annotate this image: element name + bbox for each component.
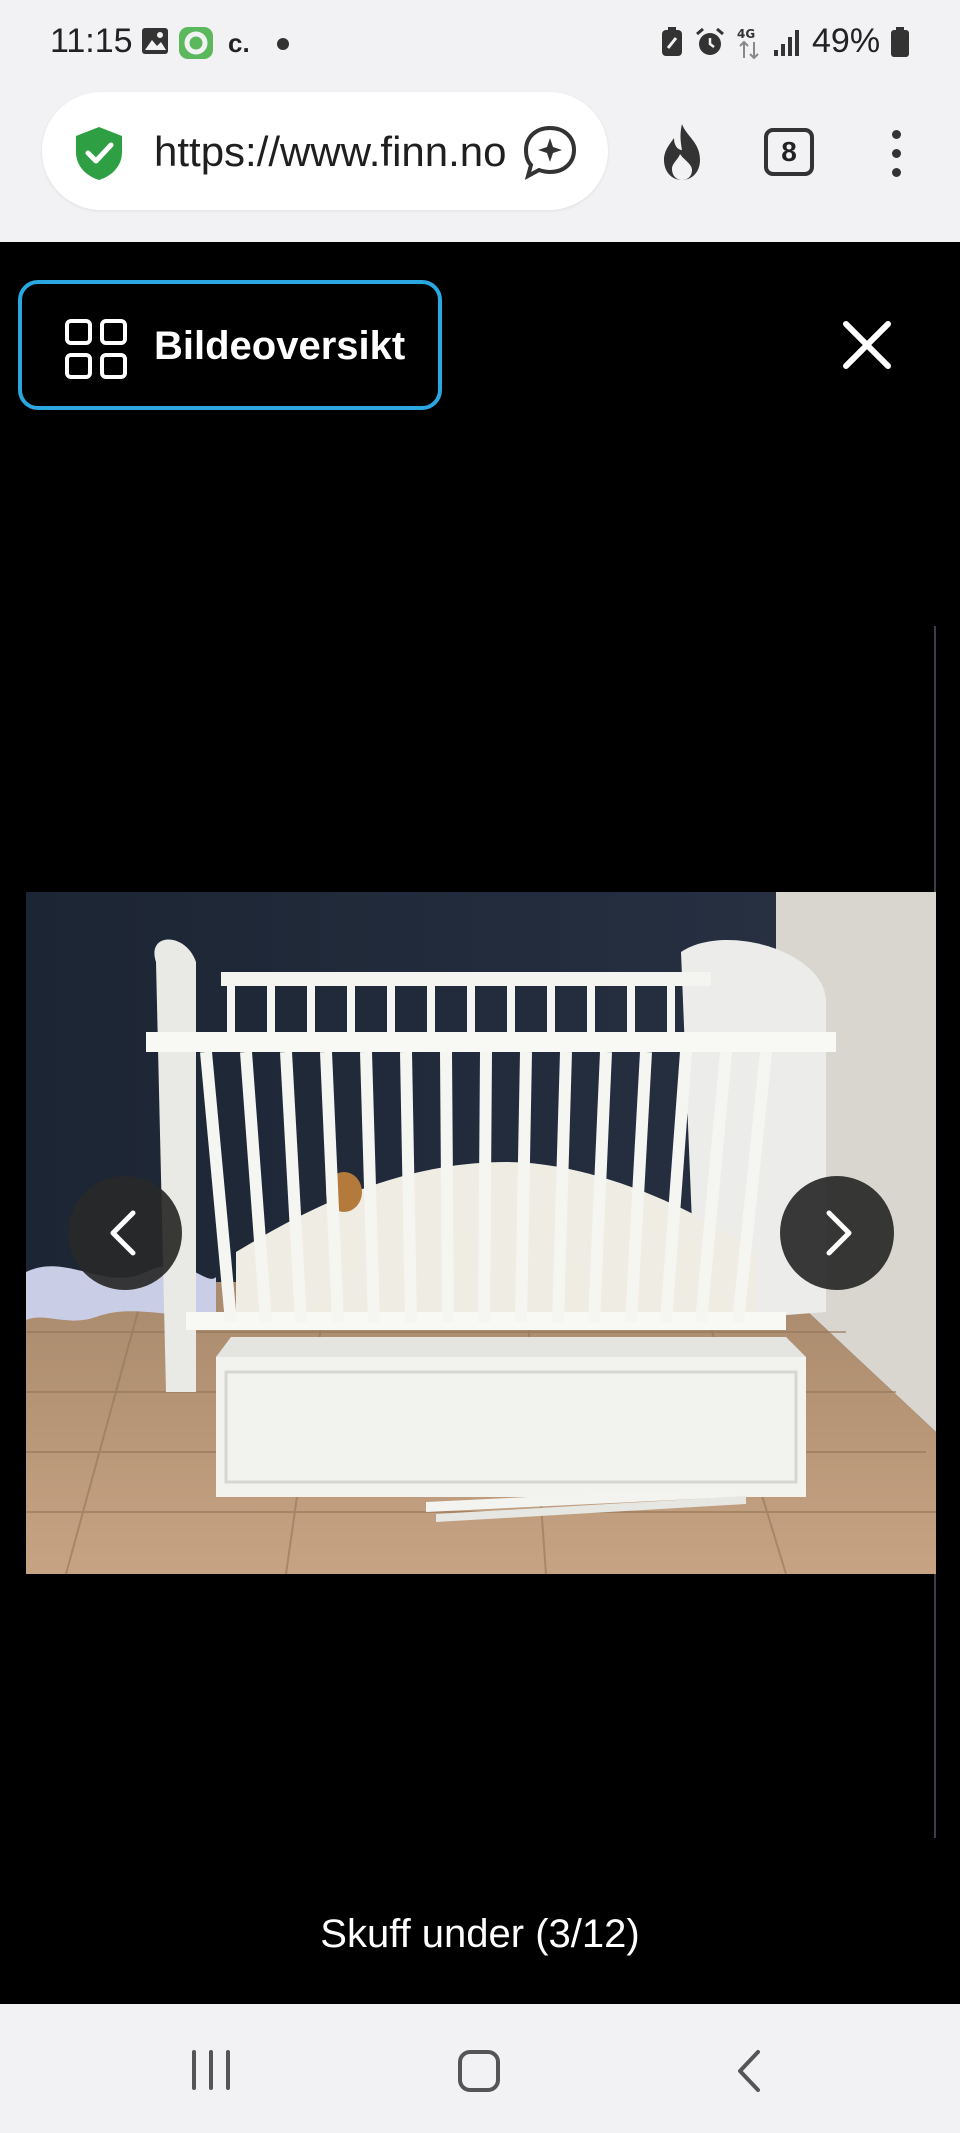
- chevron-left-icon: [110, 1210, 136, 1256]
- image-viewer: Bildeoversikt Skuff under (3/12): [0, 242, 960, 2004]
- fire-icon[interactable]: [656, 122, 708, 182]
- 4g-icon: 4G: [737, 27, 759, 60]
- battery-saver-icon: [662, 27, 682, 56]
- back-icon[interactable]: [732, 2048, 766, 2094]
- grid-icon: [65, 319, 127, 379]
- next-image-button[interactable]: [780, 1176, 894, 1290]
- recents-icon[interactable]: [186, 2048, 236, 2092]
- gallery-icon: [142, 28, 168, 54]
- status-time: 11:15: [50, 22, 133, 60]
- browser-toolbar: https://www.finn.no 8: [0, 88, 960, 242]
- prev-image-button[interactable]: [68, 1176, 182, 1290]
- shield-check-icon[interactable]: [70, 124, 128, 182]
- chevron-right-icon: [826, 1210, 852, 1256]
- signal-icon: [774, 30, 799, 56]
- home-icon[interactable]: [456, 2048, 502, 2094]
- overview-label: Bildeoversikt: [154, 324, 406, 368]
- close-icon[interactable]: [836, 314, 898, 376]
- tabs-button[interactable]: 8: [764, 128, 814, 176]
- address-bar[interactable]: https://www.finn.no: [42, 92, 608, 210]
- svg-text:4G: 4G: [737, 27, 755, 41]
- status-bar: 11:15 c. 4G 49%: [0, 0, 960, 88]
- app-icon: [179, 27, 213, 59]
- overview-button[interactable]: Bildeoversikt: [18, 280, 442, 410]
- alarm-icon: [696, 27, 724, 55]
- assistant-icon[interactable]: [520, 122, 580, 182]
- url-text[interactable]: https://www.finn.no: [154, 128, 544, 176]
- battery-icon: [891, 27, 909, 57]
- status-indicator: c.: [228, 28, 250, 58]
- notification-dot: [277, 38, 289, 50]
- image-caption: Skuff under (3/12): [320, 1912, 640, 1956]
- battery-percent: 49%: [812, 22, 881, 60]
- system-nav-bar: [0, 2004, 960, 2133]
- more-vert-icon[interactable]: [880, 126, 912, 182]
